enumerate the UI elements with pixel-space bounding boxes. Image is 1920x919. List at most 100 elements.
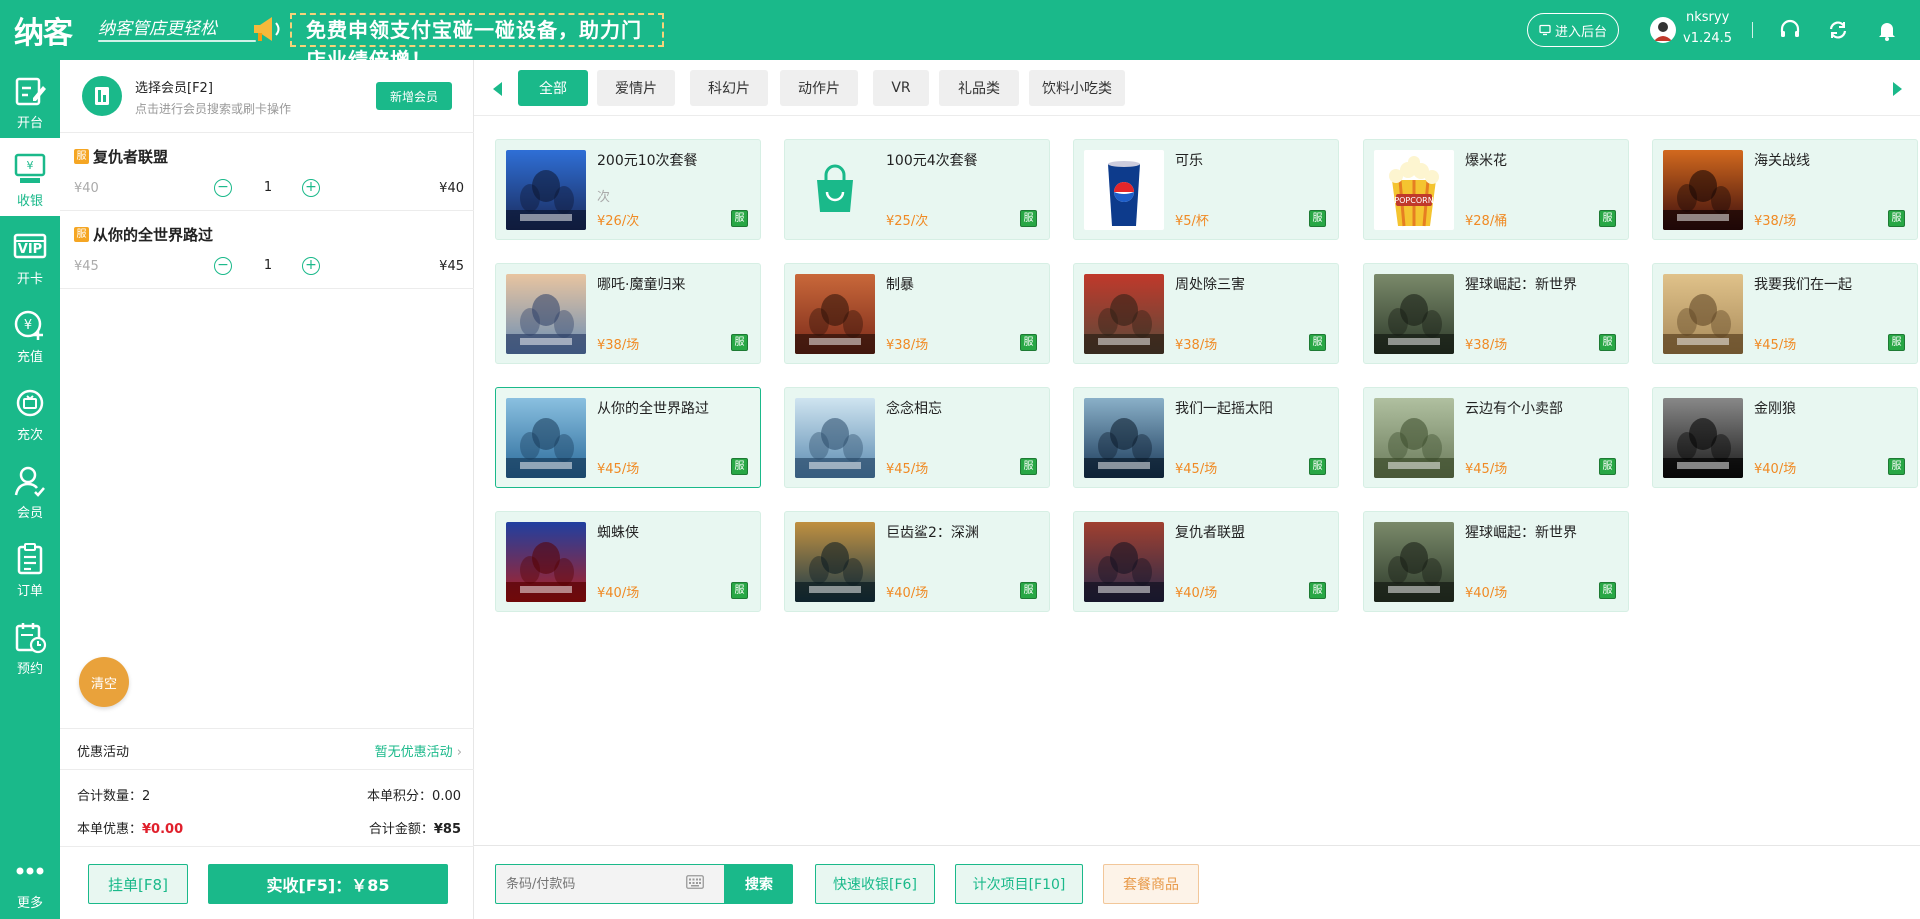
nav-open-card[interactable]: VIP 开卡 bbox=[0, 216, 60, 294]
product-card[interactable]: 我们一起摇太阳 ¥45/场 服 bbox=[1073, 387, 1339, 488]
product-card[interactable]: 我要我们在一起 ¥45/场 服 bbox=[1652, 263, 1918, 364]
promotion-row[interactable]: 优惠活动 暂无优惠活动 › bbox=[60, 728, 474, 770]
tab-action[interactable]: 动作片 bbox=[780, 70, 858, 106]
cart-item[interactable]: 服 复仇者联盟 ¥40 − 1 + ¥40 bbox=[60, 133, 474, 211]
avatar[interactable] bbox=[1650, 17, 1676, 43]
product-name: 哪吒·魔童归来 bbox=[597, 277, 686, 293]
product-card[interactable]: 金刚狼 ¥40/场 服 bbox=[1652, 387, 1918, 488]
cart-item[interactable]: 服 从你的全世界路过 ¥45 − 1 + ¥45 bbox=[60, 211, 474, 289]
tab-scifi[interactable]: 科幻片 bbox=[690, 70, 768, 106]
product-card[interactable]: 100元4次套餐 ¥25/次 服 bbox=[784, 139, 1050, 240]
product-card[interactable]: 猩球崛起：新世界 ¥38/场 服 bbox=[1363, 263, 1629, 364]
increase-qty-button[interactable]: + bbox=[302, 179, 320, 197]
nav-label: 充值 bbox=[16, 350, 43, 365]
bell-icon[interactable] bbox=[1875, 18, 1899, 42]
tabs-prev-arrow-icon[interactable] bbox=[493, 82, 502, 96]
product-card[interactable]: 哪吒·魔童归来 ¥38/场 服 bbox=[495, 263, 761, 364]
slogan: 纳客管店更轻松 bbox=[98, 19, 217, 39]
product-card[interactable]: 周处除三害 ¥38/场 服 bbox=[1073, 263, 1339, 364]
product-image bbox=[795, 398, 875, 478]
product-price: ¥45/场 bbox=[597, 462, 640, 477]
add-member-button[interactable]: 新增会员 bbox=[376, 82, 452, 110]
nav-more[interactable]: 更多 bbox=[0, 840, 60, 918]
product-image bbox=[795, 274, 875, 354]
product-card[interactable]: 蜘蛛侠 ¥40/场 服 bbox=[495, 511, 761, 612]
quick-cashier-button[interactable]: 快速收银[F6] bbox=[815, 864, 935, 904]
nav-open-table[interactable]: 开台 bbox=[0, 60, 60, 138]
cashier-icon: ¥ bbox=[14, 153, 46, 183]
product-name: 从你的全世界路过 bbox=[597, 401, 709, 417]
product-card[interactable]: 海关战线 ¥38/场 服 bbox=[1652, 139, 1918, 240]
order-points-label: 本单积分： bbox=[367, 789, 433, 804]
promotion-value[interactable]: 暂无优惠活动 › bbox=[375, 741, 462, 760]
tab-all[interactable]: 全部 bbox=[518, 70, 588, 106]
product-price: ¥40/场 bbox=[1175, 586, 1218, 601]
order-points-value: 0.00 bbox=[432, 789, 461, 804]
tab-romance[interactable]: 爱情片 bbox=[597, 70, 675, 106]
user-name[interactable]: nksryy bbox=[1686, 10, 1729, 25]
product-name: 云边有个小卖部 bbox=[1465, 401, 1563, 417]
product-area: 全部 爱情片 科幻片 动作片 VR 礼品类 饮料小吃类 200元10次套餐 次 … bbox=[474, 60, 1920, 919]
promo-banner[interactable]: 免费申领支付宝碰一碰设备，助力门店业绩倍增！ bbox=[290, 13, 664, 72]
promotion-value-text: 暂无优惠活动 bbox=[374, 745, 453, 760]
product-card[interactable]: 可乐 ¥5/杯 服 bbox=[1073, 139, 1339, 240]
cart-item-qty[interactable]: 1 bbox=[262, 180, 274, 195]
checkout-button[interactable]: 实收[F5]：￥85 bbox=[208, 864, 448, 904]
keyboard-icon[interactable] bbox=[686, 875, 704, 889]
tabs-next-arrow-icon[interactable] bbox=[1893, 82, 1902, 96]
member-select-bar[interactable]: 选择会员[F2] 点击进行会员搜索或刷卡操作 新增会员 bbox=[60, 60, 474, 133]
member-subtitle: 点击进行会员搜索或刷卡操作 bbox=[135, 102, 292, 116]
product-name: 海关战线 bbox=[1754, 153, 1810, 169]
product-card[interactable]: 制暴 ¥38/场 服 bbox=[784, 263, 1050, 364]
product-card[interactable]: 云边有个小卖部 ¥45/场 服 bbox=[1363, 387, 1629, 488]
decrease-qty-button[interactable]: − bbox=[214, 257, 232, 275]
product-image bbox=[1084, 274, 1164, 354]
nav-order[interactable]: 订单 bbox=[0, 528, 60, 606]
product-name: 爆米花 bbox=[1465, 153, 1507, 169]
tab-vr[interactable]: VR bbox=[873, 70, 929, 106]
product-card[interactable]: 猩球崛起：新世界 ¥40/场 服 bbox=[1363, 511, 1629, 612]
refresh-icon[interactable] bbox=[1826, 18, 1850, 42]
cart-item-qty[interactable]: 1 bbox=[262, 258, 274, 273]
product-card[interactable]: 200元10次套餐 次 ¥26/次 服 bbox=[495, 139, 761, 240]
product-price: ¥38/场 bbox=[1754, 214, 1797, 229]
order-discount-label: 本单优惠： bbox=[77, 822, 143, 837]
product-image bbox=[1084, 150, 1164, 230]
decrease-qty-button[interactable]: − bbox=[214, 179, 232, 197]
nav-recharge-count[interactable]: 充次 bbox=[0, 372, 60, 450]
tab-gifts[interactable]: 礼品类 bbox=[939, 70, 1019, 106]
product-price: ¥40/场 bbox=[1754, 462, 1797, 477]
nav-member[interactable]: 会员 bbox=[0, 450, 60, 528]
clear-cart-button[interactable]: 清空 bbox=[79, 657, 129, 707]
order-icon bbox=[17, 543, 43, 575]
nav-cashier[interactable]: ¥ 收银 bbox=[0, 138, 60, 216]
product-price: ¥40/场 bbox=[597, 586, 640, 601]
count-items-button[interactable]: 计次项目[F10] bbox=[955, 864, 1083, 904]
product-card[interactable]: 巨齿鲨2：深渊 ¥40/场 服 bbox=[784, 511, 1050, 612]
increase-qty-button[interactable]: + bbox=[302, 257, 320, 275]
total-qty: 合计数量：2 bbox=[77, 785, 150, 804]
slogan-underline bbox=[98, 40, 256, 42]
product-name: 我们一起摇太阳 bbox=[1175, 401, 1273, 417]
nav-recharge[interactable]: ¥ 充值 bbox=[0, 294, 60, 372]
hold-order-button[interactable]: 挂单[F8] bbox=[88, 864, 188, 904]
service-badge: 服 bbox=[1599, 458, 1616, 475]
vip-icon: VIP bbox=[13, 233, 47, 259]
nav-reservation[interactable]: 预约 bbox=[0, 606, 60, 684]
cart-item-total: ¥40 bbox=[439, 181, 464, 196]
product-price: ¥45/场 bbox=[886, 462, 929, 477]
headset-icon[interactable] bbox=[1778, 18, 1802, 42]
total-qty-label: 合计数量： bbox=[77, 789, 143, 804]
search-button[interactable]: 搜索 bbox=[725, 864, 793, 904]
order-discount-value: ¥0.00 bbox=[142, 822, 184, 837]
product-card[interactable]: 念念相忘 ¥45/场 服 bbox=[784, 387, 1050, 488]
tab-drinks-snacks[interactable]: 饮料小吃类 bbox=[1029, 70, 1125, 106]
enter-admin-button[interactable]: 进入后台 bbox=[1527, 13, 1619, 47]
app-version: v1.24.5 bbox=[1683, 31, 1733, 46]
cart-panel: 选择会员[F2] 点击进行会员搜索或刷卡操作 新增会员 服 复仇者联盟 ¥40 … bbox=[60, 60, 474, 919]
product-card[interactable]: 复仇者联盟 ¥40/场 服 bbox=[1073, 511, 1339, 612]
product-card[interactable]: POPCORN 爆米花 ¥28/桶 服 bbox=[1363, 139, 1629, 240]
product-card[interactable]: 从你的全世界路过 ¥45/场 服 bbox=[495, 387, 761, 488]
product-name: 蜘蛛侠 bbox=[597, 525, 639, 541]
package-goods-button[interactable]: 套餐商品 bbox=[1103, 864, 1199, 904]
